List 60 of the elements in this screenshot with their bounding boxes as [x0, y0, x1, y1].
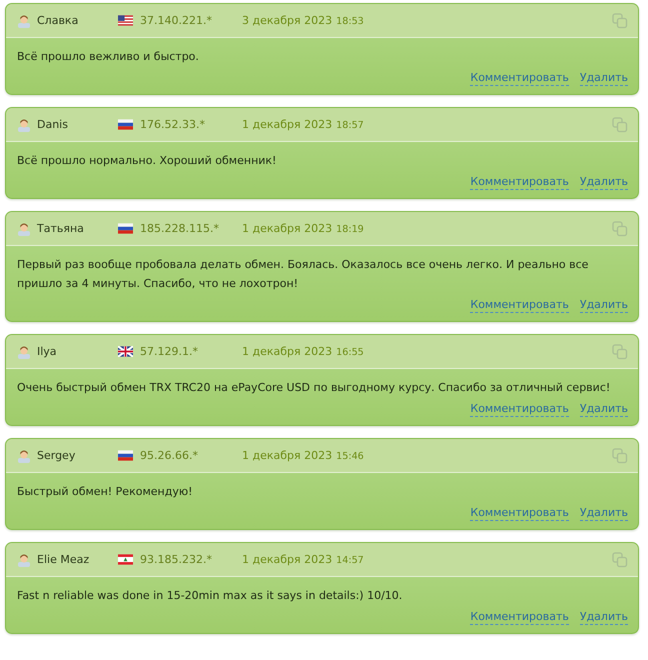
author-name: Татьяна: [37, 222, 85, 235]
copy-icon[interactable]: [612, 552, 628, 568]
ip-address: 93.185.232.*: [140, 553, 212, 566]
review-time: 18:57: [336, 120, 364, 131]
review-text: Всё прошло вежливо и быстро.: [17, 49, 200, 65]
user-icon: [17, 448, 31, 462]
flag-icon: [118, 450, 133, 461]
action-link[interactable]: Комментировать: [470, 610, 569, 625]
ip-address: 95.26.66.*: [140, 449, 198, 462]
action-link[interactable]: Комментировать: [470, 402, 569, 417]
review-date: 1 декабря 2023: [242, 345, 332, 358]
review-text: Первый раз вообще пробовала делать обмен. Боялась. Оказалось все очень легко. И реально все пришло за 4 минуты. Спасибо, что не лохотрон!: [17, 257, 590, 292]
review-date: 1 декабря 2023: [242, 449, 332, 462]
copy-icon[interactable]: [612, 448, 628, 464]
action-link[interactable]: Удалить: [580, 298, 628, 313]
author-name: Elie Meaz: [37, 553, 90, 566]
flag-icon: [118, 346, 133, 357]
review-time: 18:19: [336, 224, 364, 235]
ip-address: 185.228.115.*: [140, 222, 219, 235]
review-date: 1 декабря 2023: [242, 553, 332, 566]
user-icon: [17, 552, 31, 566]
review-time: 18:53: [336, 16, 364, 27]
author-name: Славка: [37, 14, 80, 27]
action-link[interactable]: Удалить: [580, 402, 628, 417]
review-time: 16:55: [336, 347, 364, 358]
action-link[interactable]: Комментировать: [470, 175, 569, 190]
review-text: Fast n reliable was done in 15-20min max as it says in details:) 10/10.: [17, 588, 404, 604]
action-link[interactable]: Удалить: [580, 610, 628, 625]
user-icon: [17, 222, 31, 236]
copy-icon[interactable]: [612, 116, 628, 132]
author-name: Danis: [37, 118, 69, 131]
review-date: 1 декабря 2023: [242, 222, 332, 235]
copy-icon[interactable]: [612, 344, 628, 360]
user-icon: [17, 14, 31, 28]
ip-address: 37.140.221.*: [140, 14, 212, 27]
action-link[interactable]: Комментировать: [470, 506, 569, 521]
flag-icon: [118, 15, 133, 26]
review-text: Очень быстрый обмен TRX TRC20 на ePayCore USD по выгодному курсу. Спасибо за отличный сервис!: [17, 380, 612, 396]
action-link[interactable]: Комментировать: [470, 71, 569, 86]
flag-icon: [118, 119, 133, 130]
author-name: Ilya: [37, 345, 58, 358]
user-icon: [17, 118, 31, 132]
review-date: 3 декабря 2023: [242, 14, 332, 27]
action-link[interactable]: Удалить: [580, 506, 628, 521]
review-text: Всё прошло нормально. Хороший обменник!: [17, 153, 278, 169]
flag-icon: [118, 554, 133, 565]
author-name: Sergey: [37, 449, 76, 462]
action-link[interactable]: Удалить: [580, 175, 628, 190]
ip-address: 176.52.33.*: [140, 118, 205, 131]
review-date: 1 декабря 2023: [242, 118, 332, 131]
copy-icon[interactable]: [612, 220, 628, 236]
flag-icon: [118, 223, 133, 234]
action-link[interactable]: Удалить: [580, 71, 628, 86]
ip-address: 57.129.1.*: [140, 345, 198, 358]
copy-icon[interactable]: [612, 12, 628, 28]
review-text: Быстрый обмен! Рекомендую!: [17, 484, 194, 500]
review-time: 14:57: [336, 555, 364, 566]
action-link[interactable]: Комментировать: [470, 298, 569, 313]
review-time: 15:46: [336, 451, 364, 462]
user-icon: [17, 344, 31, 358]
